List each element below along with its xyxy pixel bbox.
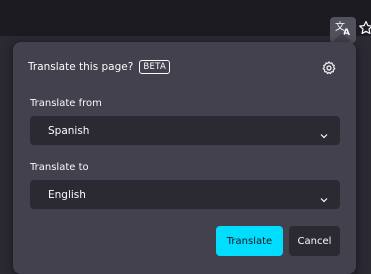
chevron-down-icon [319, 190, 329, 203]
translate-from-select[interactable]: Spanish [30, 116, 340, 145]
translation-panel: Translate this page? BETA Translate from… [13, 42, 356, 274]
bookmark-star-button[interactable] [358, 18, 371, 42]
panel-header: Translate this page? BETA [28, 60, 171, 74]
translate-to-value: English [48, 188, 86, 201]
panel-title: Translate this page? [28, 61, 134, 73]
translate-to-label: Translate to [30, 162, 89, 173]
cancel-button[interactable]: Cancel [289, 226, 340, 256]
translate-from-value: Spanish [48, 124, 90, 137]
star-icon [358, 20, 371, 40]
gear-icon [322, 60, 336, 79]
browser-toolbar: 文 A [0, 0, 371, 44]
translate-to-select[interactable]: English [30, 180, 340, 209]
translate-from-label: Translate from [30, 98, 102, 109]
beta-badge: BETA [139, 60, 171, 74]
translate-button[interactable]: Translate [216, 226, 283, 256]
chevron-down-icon [319, 126, 329, 139]
settings-button[interactable] [321, 60, 337, 79]
